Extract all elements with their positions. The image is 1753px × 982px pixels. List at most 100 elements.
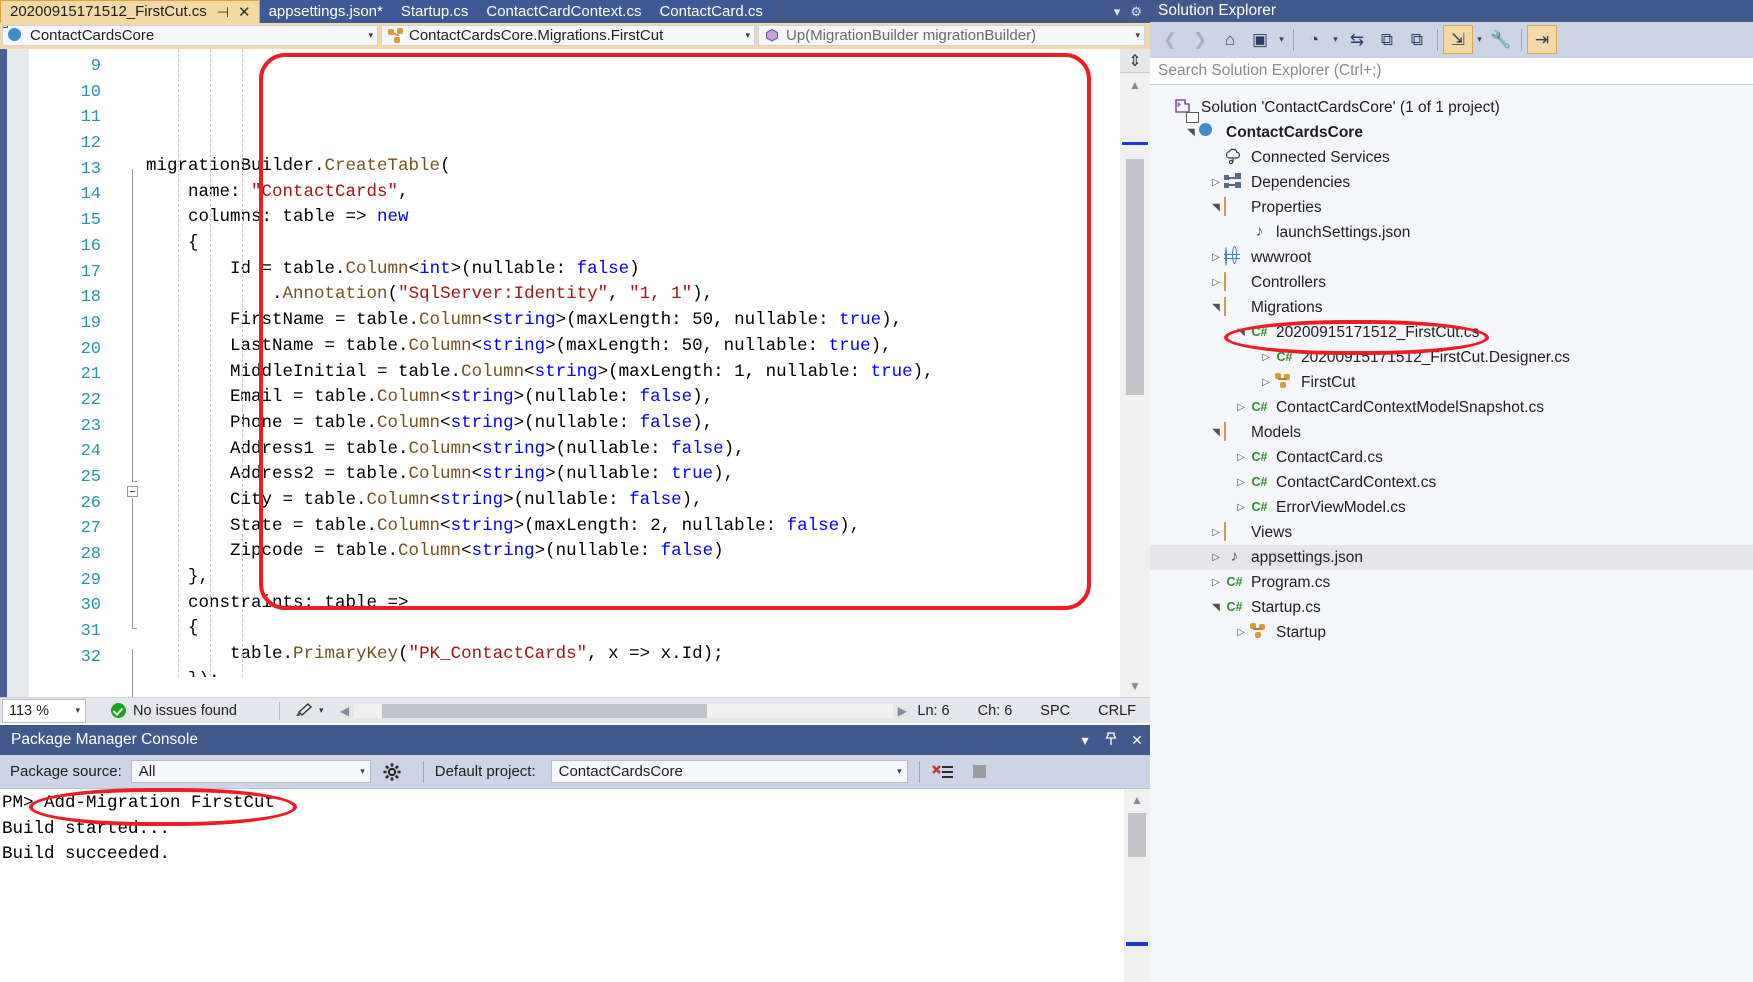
- stop-icon[interactable]: [972, 765, 986, 778]
- clear-console-icon[interactable]: [931, 762, 955, 782]
- preview-selected-items-icon[interactable]: ⇥: [1527, 25, 1557, 54]
- tab-20200915171512-firstcut-cs[interactable]: 20200915171512_FirstCut.cs ⊣ ✕: [0, 0, 260, 23]
- tree-item-20200915171512-firstcut-cs[interactable]: ◢ C# 20200915171512_FirstCut.cs: [1150, 320, 1753, 345]
- solution-tree[interactable]: Solution 'ContactCardsCore' (1 of 1 proj…: [1150, 93, 1753, 982]
- cleanup-control[interactable]: ▾: [294, 703, 324, 718]
- tree-item-contactcard-cs[interactable]: ▷ C# ContactCard.cs: [1150, 445, 1753, 470]
- collapse-region-button[interactable]: [127, 486, 138, 497]
- tree-item-launchsettings-json[interactable]: ♪ launchSettings.json: [1150, 220, 1753, 245]
- tree-item-contactcardscore[interactable]: ◢ ContactCardsCore: [1150, 112, 1753, 145]
- pmc-scroll-thumb[interactable]: [1128, 813, 1146, 857]
- tab-contactcard-cs[interactable]: ContactCard.cs: [650, 0, 772, 23]
- pmc-vertical-scrollbar[interactable]: ▲: [1124, 789, 1150, 982]
- sync-with-active-document-icon[interactable]: ⇆: [1342, 25, 1372, 54]
- split-view-icon[interactable]: ⇕: [1120, 49, 1150, 73]
- pmc-output[interactable]: PM> Add-Migration FirstCut Build started.…: [0, 789, 1150, 982]
- scroll-up-icon[interactable]: ▲: [1124, 789, 1150, 811]
- tab-appsettings-json[interactable]: appsettings.json*: [259, 0, 392, 23]
- code-text-area[interactable]: migrationBuilder.CreateTable( name: "Con…: [146, 49, 1120, 677]
- gear-icon[interactable]: ⚙: [1130, 4, 1142, 20]
- expand-arrow-icon[interactable]: ▷: [1233, 627, 1249, 638]
- tree-item-dependencies[interactable]: ▷ Dependencies: [1150, 170, 1753, 195]
- expand-arrow-icon[interactable]: ▷: [1208, 577, 1224, 588]
- issues-status[interactable]: No issues found: [111, 703, 237, 719]
- expand-arrow-icon[interactable]: ▷: [1208, 177, 1224, 188]
- scroll-down-icon[interactable]: ▼: [1120, 675, 1150, 697]
- collapse-arrow-icon[interactable]: ◢: [1211, 200, 1222, 216]
- add-new-item-icon[interactable]: ▣: [1245, 25, 1275, 54]
- tree-item-controllers[interactable]: ▷ Controllers: [1150, 270, 1753, 295]
- tree-item-startup[interactable]: ▷ Startup: [1150, 620, 1753, 645]
- collapse-arrow-icon[interactable]: ◢: [1211, 425, 1222, 441]
- tab-startup-cs[interactable]: Startup.cs: [391, 0, 478, 23]
- tree-item-migrations[interactable]: ◢ Migrations: [1150, 295, 1753, 320]
- hscroll-track[interactable]: [353, 703, 894, 718]
- expand-arrow-icon[interactable]: ▷: [1233, 402, 1249, 413]
- scroll-right-icon[interactable]: ▶: [893, 704, 911, 718]
- pin-tab-icon[interactable]: ⊣: [217, 5, 229, 19]
- zoom-level-control[interactable]: 113 % ▾: [2, 698, 86, 723]
- collapse-arrow-icon[interactable]: ◢: [1186, 125, 1197, 141]
- collapse-arrow-icon[interactable]: ◢: [1211, 600, 1222, 616]
- expand-arrow-icon[interactable]: ▷: [1233, 502, 1249, 513]
- expand-arrow-icon[interactable]: ▷: [1233, 452, 1249, 463]
- code-token: State = table.: [146, 515, 378, 536]
- properties-icon[interactable]: 🔧: [1486, 25, 1516, 54]
- outlining-margin[interactable]: [124, 49, 146, 704]
- pmc-dropdown-icon[interactable]: ▾: [1072, 732, 1098, 749]
- tree-item-contactcardcontextmodelsnapshot-cs[interactable]: ▷ C# ContactCardContextModelSnapshot.cs: [1150, 395, 1753, 420]
- collapse-arrow-icon[interactable]: ◢: [1236, 325, 1247, 341]
- code-line: City = table.Column<string>(nullable: fa…: [146, 488, 1120, 514]
- refresh-icon[interactable]: ⧉: [1372, 25, 1402, 54]
- code-editor[interactable]: 9 10 11 12 13 14 15 16 17 18 19 20 21 22 23 24 25 26 27 28 2…: [0, 49, 1150, 704]
- tree-item-wwwroot[interactable]: ▷ wwwroot: [1150, 245, 1753, 270]
- chevron-down-icon[interactable]: ▾: [1275, 25, 1288, 54]
- default-project-dropdown[interactable]: ContactCardsCore ▾: [550, 760, 908, 783]
- chevron-down-icon[interactable]: ▾: [1329, 25, 1342, 54]
- chevron-down-icon[interactable]: ▾: [1473, 25, 1486, 54]
- tab-contactcardcontext-cs[interactable]: ContactCardContext.cs: [477, 0, 651, 23]
- pmc-pin-icon[interactable]: [1098, 731, 1124, 749]
- scroll-up-icon[interactable]: ▲: [1120, 74, 1150, 96]
- gear-icon[interactable]: [382, 762, 402, 782]
- tree-item-20200915171512-firstcut-designer-cs[interactable]: ▷ C# 20200915171512_FirstCut.Designer.cs: [1150, 345, 1753, 370]
- tree-item-solution-contactcardscore-1-of-1-project[interactable]: Solution 'ContactCardsCore' (1 of 1 proj…: [1150, 95, 1753, 120]
- pmc-close-icon[interactable]: ✕: [1124, 732, 1150, 749]
- collapse-all-icon[interactable]: ⧉: [1402, 25, 1432, 54]
- tree-item-startup-cs[interactable]: ◢ C# Startup.cs: [1150, 595, 1753, 620]
- search-solution-explorer-input[interactable]: Search Solution Explorer (Ctrl+;): [1150, 57, 1753, 85]
- show-all-files-icon[interactable]: ⇲: [1443, 25, 1473, 54]
- package-source-dropdown[interactable]: All ▾: [130, 760, 371, 783]
- type-dropdown[interactable]: ContactCardsCore.Migrations.FirstCut ▾: [381, 25, 755, 46]
- home-icon[interactable]: ⌂: [1215, 25, 1245, 54]
- code-line: FirstName = table.Column<string>(maxLeng…: [146, 308, 1120, 334]
- expand-arrow-icon[interactable]: ▷: [1258, 352, 1274, 363]
- tree-item-errorviewmodel-cs[interactable]: ▷ C# ErrorViewModel.cs: [1150, 495, 1753, 520]
- editor-scroll-thumb[interactable]: [1126, 159, 1144, 395]
- expand-arrow-icon[interactable]: ▷: [1258, 377, 1274, 388]
- line-number: 29: [80, 570, 101, 590]
- tree-item-program-cs[interactable]: ▷ C# Program.cs: [1150, 570, 1753, 595]
- expand-arrow-icon[interactable]: ▷: [1208, 252, 1224, 263]
- tree-item-firstcut[interactable]: ▷ FirstCut: [1150, 370, 1753, 395]
- tree-item-views[interactable]: ▷ Views: [1150, 520, 1753, 545]
- collapse-arrow-icon[interactable]: ◢: [1211, 300, 1222, 316]
- project-dropdown[interactable]: ContactCardsCore ▾: [2, 25, 378, 46]
- tree-item-properties[interactable]: ◢ Properties: [1150, 195, 1753, 220]
- hscroll-thumb[interactable]: [381, 703, 707, 718]
- expand-arrow-icon[interactable]: ▷: [1208, 527, 1224, 538]
- tree-item-connected-services[interactable]: Connected Services: [1150, 145, 1753, 170]
- editor-vertical-scrollbar[interactable]: ⇕ ▲ ▼: [1120, 49, 1150, 697]
- tree-item-contactcardcontext-cs[interactable]: ▷ C# ContactCardContext.cs: [1150, 470, 1753, 495]
- editor-horizontal-scrollbar[interactable]: ◀ ▶: [336, 703, 912, 718]
- tree-item-models[interactable]: ◢ Models: [1150, 420, 1753, 445]
- expand-arrow-icon[interactable]: ▷: [1233, 477, 1249, 488]
- close-tab-icon[interactable]: ✕: [238, 5, 251, 20]
- member-dropdown[interactable]: Up(MigrationBuilder migrationBuilder) ▾: [758, 25, 1145, 46]
- tree-item-appsettings-json[interactable]: ▷ ♪ appsettings.json: [1150, 545, 1753, 570]
- expand-arrow-icon[interactable]: ▷: [1208, 277, 1224, 288]
- tab-overflow-icon[interactable]: ▾: [1114, 4, 1121, 20]
- expand-arrow-icon[interactable]: ▷: [1208, 552, 1224, 563]
- pending-changes-icon[interactable]: ◔: [1299, 25, 1329, 54]
- scroll-left-icon[interactable]: ◀: [336, 704, 354, 718]
